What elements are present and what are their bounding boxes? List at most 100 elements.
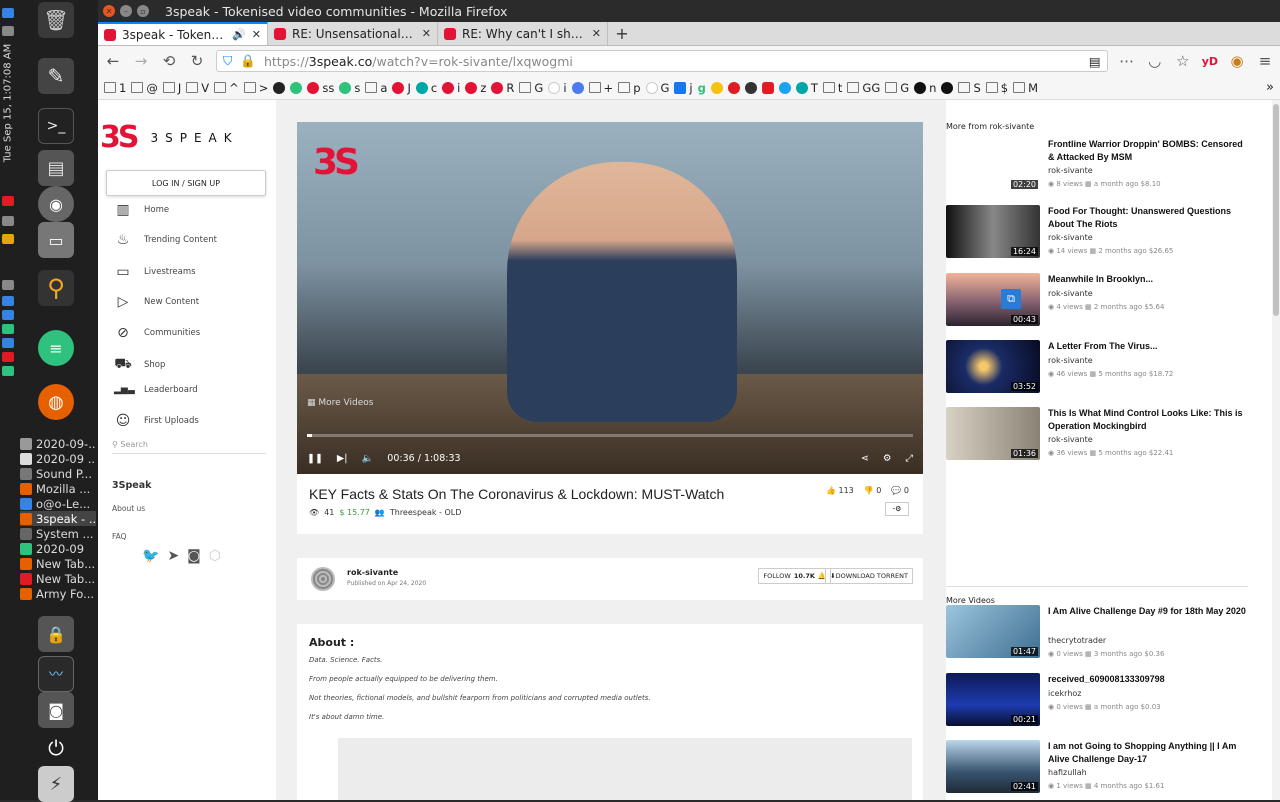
menu-icon[interactable]: ≡ (1256, 52, 1274, 70)
bookmark-link[interactable]: i (442, 81, 460, 95)
tray-icon[interactable] (2, 338, 14, 348)
download-torrent-button[interactable]: ⬇ DOWNLOAD TORRENT (825, 568, 913, 584)
window-list-item[interactable]: New Tab... (20, 571, 96, 586)
video-progress-bar[interactable] (307, 434, 913, 437)
bookmark-link[interactable]: R (491, 81, 514, 95)
video-author[interactable]: icekrhoz (1048, 689, 1082, 698)
extension-avatar-icon[interactable]: ◉ (1228, 52, 1246, 70)
search-input[interactable]: ⚲ Search (112, 440, 266, 454)
lock-icon[interactable]: 🔒 (38, 616, 74, 652)
video-author[interactable]: rok-sivante (1048, 233, 1093, 242)
video-author[interactable]: rok-sivante (1048, 166, 1093, 175)
volume-icon[interactable]: 🔈 (361, 453, 373, 464)
forward-icon[interactable]: → (132, 52, 150, 70)
next-icon[interactable]: ▶| (337, 453, 348, 464)
window-list-item[interactable]: Mozilla ... (20, 481, 96, 496)
related-video[interactable]: 02:20 Frontline Warrior Droppin' BOMBS: … (946, 138, 1256, 194)
close-tab-icon[interactable]: ✕ (592, 27, 601, 40)
bookmark-link[interactable]: s (339, 81, 360, 95)
minimize-window-icon[interactable]: – (120, 5, 132, 17)
video-title[interactable]: A Letter From The Virus... (1048, 340, 1248, 353)
window-list-item[interactable]: New Tab... (20, 556, 96, 571)
bookmark-folder[interactable]: > (243, 81, 268, 95)
related-video[interactable]: 16:24 Food For Thought: Unanswered Quest… (946, 205, 1256, 261)
history-icon[interactable]: ⟲ (160, 52, 178, 70)
nav-new-content[interactable]: ▷ New Content (114, 294, 199, 310)
scrollbar-thumb[interactable] (1273, 104, 1279, 316)
video-thumbnail[interactable]: 00:43 (946, 273, 1040, 326)
tray-icon[interactable] (2, 352, 14, 362)
video-author[interactable]: rok-sivante (1048, 435, 1093, 444)
video-thumbnail[interactable]: 02:41 (946, 740, 1040, 793)
nav-first-uploads[interactable]: ☺ First Uploads (114, 413, 199, 429)
bookmark-link[interactable] (571, 81, 584, 94)
new-tab-icon[interactable]: + (608, 22, 636, 45)
video-player[interactable]: 3S ▦ More Videos ❚❚ ▶| 🔈 00:36 / 1:08:33… (297, 122, 923, 474)
tab-3speak[interactable]: 3speak - Tokenised vi 🔊 ✕ (98, 22, 268, 45)
bookmark-folder[interactable]: + (588, 81, 613, 95)
related-video[interactable]: 00:43 Meanwhile In Brooklyn... rok-sivan… (946, 273, 1256, 329)
fullscreen-icon[interactable]: ⤢ (905, 453, 913, 464)
bookmark-link[interactable] (273, 81, 286, 94)
bookmarks-overflow-icon[interactable]: » (1266, 80, 1274, 95)
system-monitor-icon[interactable]: 〰 (38, 656, 74, 692)
video-title[interactable]: Meanwhile In Brooklyn... (1048, 273, 1248, 286)
tray-icon[interactable] (2, 296, 14, 306)
video-thumbnail[interactable]: 03:52 (946, 340, 1040, 393)
bookmark-folder[interactable]: V (186, 81, 209, 95)
text-editor-icon[interactable]: ✎ (38, 58, 74, 94)
bookmark-link[interactable]: n (914, 81, 936, 95)
nav-communities[interactable]: ⊘ Communities (114, 325, 200, 341)
video-title[interactable]: I am not Going to Shopping Anything || I… (1048, 740, 1248, 766)
window-list-item[interactable]: 2020-09 ... (20, 451, 96, 466)
magnifier-icon[interactable]: ⚲ (38, 270, 74, 306)
tray-icon[interactable] (2, 234, 14, 244)
back-icon[interactable]: ← (104, 52, 122, 70)
app-icon[interactable]: ⚡ (38, 766, 74, 802)
video-title[interactable]: received_609008133309798 (1048, 673, 1248, 686)
camera-icon[interactable]: ◙ (38, 692, 74, 728)
video-author[interactable]: thecrytotrader (1048, 636, 1106, 645)
tray-icon[interactable] (2, 280, 14, 290)
lock-icon[interactable]: 🔒 (240, 53, 256, 69)
bookmark-folder[interactable]: G (519, 81, 543, 95)
video-thumbnail[interactable]: 01:36 (946, 407, 1040, 460)
twitter-icon[interactable]: 🐦 (142, 548, 159, 564)
nav-trending[interactable]: ♨ Trending Content (114, 232, 217, 248)
bookmark-link[interactable]: z (465, 81, 486, 95)
close-tab-icon[interactable]: ✕ (422, 27, 431, 40)
nav-livestreams[interactable]: ▭ Livestreams (114, 264, 195, 280)
tray-icon[interactable] (2, 8, 14, 18)
bookmark-link[interactable] (778, 81, 791, 94)
more-videos-button[interactable]: ▦ More Videos (307, 398, 373, 408)
bookmark-folder[interactable]: S (958, 81, 981, 95)
login-signup-button[interactable]: LOG IN / SIGN UP (106, 170, 266, 196)
tray-icon[interactable] (2, 216, 14, 226)
tray-icon[interactable] (2, 196, 14, 206)
bookmark-link[interactable]: G (645, 81, 669, 95)
trash-icon[interactable]: 🗑 (38, 2, 74, 38)
share-icon[interactable]: ⋖ (861, 453, 869, 464)
bookmark-folder[interactable]: GG (847, 81, 880, 95)
close-tab-icon[interactable]: ✕ (252, 28, 261, 41)
bookmark-star-icon[interactable]: ☆ (1174, 52, 1192, 70)
nav-shop[interactable]: ⛟ Shop (114, 356, 165, 374)
window-list-item[interactable]: System ... (20, 526, 96, 541)
bookmark-folder[interactable]: J (162, 81, 181, 95)
tray-icon[interactable] (2, 366, 14, 376)
firefox-icon[interactable]: ◍ (38, 384, 74, 420)
scanner-icon[interactable]: ▤ (38, 150, 74, 186)
related-video[interactable]: 00:21 received_609008133309798 icekrhoz … (946, 673, 1256, 729)
related-video[interactable]: 01:36 This Is What Mind Control Looks Li… (946, 407, 1256, 463)
follow-button[interactable]: FOLLOW 10.7K 🔔 (758, 568, 831, 584)
picture-in-picture-icon[interactable]: ⧉ (1001, 289, 1021, 309)
bookmark-link[interactable] (941, 81, 954, 94)
tray-icon[interactable] (2, 310, 14, 320)
video-title[interactable]: Food For Thought: Unanswered Questions A… (1048, 205, 1248, 231)
bookmark-folder[interactable]: M (1013, 81, 1038, 95)
related-video[interactable]: 02:41 I am not Going to Shopping Anythin… (946, 740, 1256, 796)
video-thumbnail[interactable]: 01:47 (946, 605, 1040, 658)
related-video[interactable]: 03:52 A Letter From The Virus... rok-siv… (946, 340, 1256, 396)
bookmark-link[interactable] (761, 81, 774, 94)
avatar[interactable] (311, 567, 335, 591)
